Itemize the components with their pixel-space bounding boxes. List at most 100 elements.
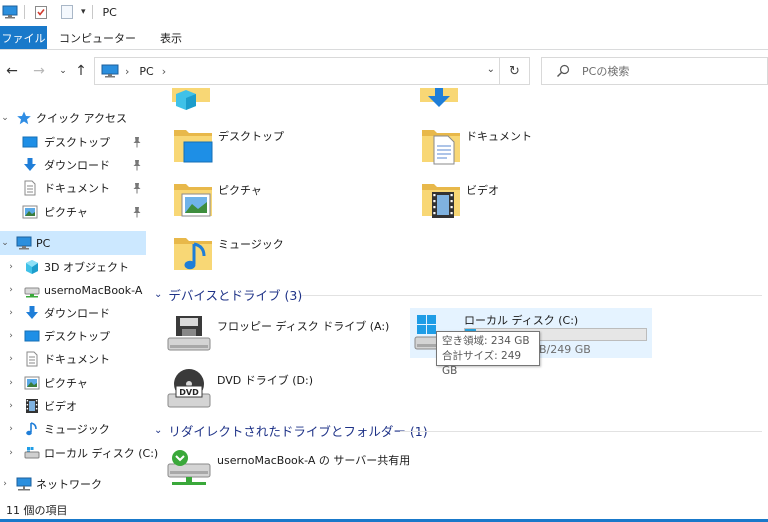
folder-desktop[interactable]: デスクトップ (172, 122, 352, 168)
expand-chevron-icon[interactable]: › (6, 401, 16, 411)
network-share-icon (167, 450, 211, 485)
cube-3d-icon (26, 260, 38, 274)
drive-size-text: B/249 GB (539, 343, 591, 356)
collapse-chevron-icon[interactable]: ⌄ (0, 113, 10, 123)
folder-label: ミュージック (218, 238, 284, 251)
up-arrow-icon[interactable]: ↑ (72, 61, 90, 81)
sidebar-item-desktop[interactable]: デスクトップ (0, 130, 146, 154)
desktop-folder-icon (174, 130, 213, 163)
folder-documents[interactable]: ドキュメント (420, 122, 600, 168)
new-folder-icon[interactable] (59, 4, 75, 20)
expand-chevron-icon[interactable]: › (0, 479, 10, 489)
properties-icon[interactable] (33, 4, 49, 20)
sidebar-item-pc-videos[interactable]: › ビデオ (0, 394, 146, 418)
breadcrumb-chevron-icon[interactable]: › (162, 65, 166, 78)
sidebar-label: ネットワーク (36, 478, 102, 491)
search-input[interactable]: PCの検索 (582, 63, 629, 79)
folder-music[interactable]: ミュージック (172, 230, 352, 276)
tab-view[interactable]: 表示 (148, 26, 194, 49)
film-icon (26, 399, 38, 413)
floppy-drive-icon (167, 316, 211, 351)
pin-icon[interactable] (132, 159, 142, 171)
computer-icon (16, 236, 32, 250)
sidebar-item-pc-downloads[interactable]: › ダウンロード (0, 301, 146, 325)
refresh-button[interactable]: ↻ (499, 58, 529, 84)
folder-label: ビデオ (466, 184, 499, 197)
drive-dvd[interactable]: DVD DVD ドライブ (D:) (166, 364, 396, 410)
address-dropdown-chevron-icon[interactable]: ⌄ (487, 64, 495, 75)
group-header-label: デバイスとドライブ (3) (168, 288, 303, 303)
forward-arrow-icon[interactable]: → (30, 61, 48, 81)
address-bar[interactable]: › PC › ⌄ ↻ (94, 57, 530, 85)
sidebar-item-network[interactable]: › ネットワーク (0, 472, 146, 496)
group-divider (400, 431, 762, 432)
expand-chevron-icon[interactable]: › (6, 285, 16, 295)
sidebar-item-documents[interactable]: ドキュメント (0, 176, 146, 200)
sidebar-item-local-disk[interactable]: › ローカル ディスク (C:) (0, 441, 158, 465)
expand-chevron-icon[interactable]: › (6, 331, 16, 341)
dvd-badge-text: DVD (179, 388, 199, 397)
group-header-redirected[interactable]: ⌄ リダイレクトされたドライブとフォルダー (1) (154, 421, 428, 440)
expand-chevron-icon[interactable]: › (6, 262, 16, 272)
sidebar-item-pc-music[interactable]: › ミュージック (0, 417, 146, 441)
collapse-chevron-icon[interactable]: ⌄ (154, 289, 162, 300)
group-header-label: リダイレクトされたドライブとフォルダー (1) (168, 424, 428, 439)
expand-chevron-icon[interactable]: › (6, 378, 16, 388)
pin-icon[interactable] (132, 206, 142, 218)
network-share-item[interactable]: usernoMacBook-A の サーバー共有用 (166, 444, 466, 490)
breadcrumb-pc[interactable]: PC (139, 65, 153, 78)
sidebar-item-network-share[interactable]: › usernoMacBook-A (0, 278, 146, 302)
pin-icon[interactable] (132, 136, 142, 148)
pin-icon[interactable] (132, 182, 142, 194)
network-share-label: usernoMacBook-A の サーバー共有用 (217, 454, 411, 467)
back-arrow-icon[interactable]: ← (3, 61, 21, 81)
refresh-icon: ↻ (509, 63, 520, 79)
status-item-count: 11 個の項目 (6, 504, 68, 517)
sidebar-item-pc-pictures[interactable]: › ピクチャ (0, 371, 146, 395)
tab-file[interactable]: ファイル (0, 26, 47, 49)
sidebar-quick-access[interactable]: ⌄ クイック アクセス (0, 106, 146, 130)
expand-chevron-icon[interactable]: › (6, 308, 16, 318)
downloads-folder-icon[interactable] (420, 88, 458, 110)
pictures-icon (24, 376, 40, 390)
collapse-chevron-icon[interactable]: ⌄ (154, 425, 162, 436)
cube-3d-folder-icon[interactable] (172, 88, 210, 110)
expand-chevron-icon[interactable]: › (6, 354, 16, 364)
sidebar-item-pictures[interactable]: ピクチャ (0, 200, 146, 224)
sidebar-label: usernoMacBook-A (44, 283, 143, 297)
drive-label: DVD ドライブ (D:) (217, 374, 314, 387)
file-list: デスクトップ ドキュメント ピクチャ ビデオ ミュージック ⌄ デバイスとドライ… (150, 88, 768, 496)
expand-chevron-icon[interactable]: › (6, 448, 16, 458)
drive-label: フロッピー ディスク ドライブ (A:) (217, 320, 390, 333)
computer-icon (2, 5, 18, 19)
desktop-icon (24, 330, 40, 342)
sidebar-item-3d-objects[interactable]: › 3D オブジェクト (0, 255, 146, 279)
group-header-devices[interactable]: ⌄ デバイスとドライブ (3) (154, 285, 302, 304)
folder-pictures[interactable]: ピクチャ (172, 176, 352, 222)
tab-computer[interactable]: コンピューター (47, 26, 148, 49)
collapse-chevron-icon[interactable]: ⌄ (0, 238, 10, 248)
folder-label: デスクトップ (218, 130, 284, 143)
drive-floppy[interactable]: フロッピー ディスク ドライブ (A:) (166, 310, 396, 356)
separator (91, 5, 93, 19)
breadcrumb-chevron-icon[interactable]: › (125, 65, 129, 78)
sidebar-item-pc[interactable]: ⌄ PC (0, 231, 146, 255)
sidebar-item-downloads[interactable]: ダウンロード (0, 153, 146, 177)
document-icon (26, 351, 38, 367)
customize-toolbar-icon[interactable]: ▾ (81, 7, 86, 17)
search-box[interactable]: PCの検索 (541, 57, 768, 85)
sidebar-item-pc-desktop[interactable]: › デスクトップ (0, 324, 146, 348)
sidebar-label: クイック アクセス (36, 112, 127, 125)
navigation-bar: ← → ⌄ ↑ › PC › ⌄ ↻ PCの検索 (0, 54, 768, 88)
folder-videos[interactable]: ビデオ (420, 176, 600, 222)
tooltip-free-space: 空き領域: 234 GB (442, 335, 530, 347)
sidebar-item-pc-documents[interactable]: › ドキュメント (0, 347, 146, 371)
document-icon (24, 180, 36, 196)
expand-chevron-icon[interactable]: › (6, 424, 16, 434)
recent-locations-chevron-icon[interactable]: ⌄ (54, 61, 72, 81)
sidebar-label: ダウンロード (44, 159, 110, 172)
sidebar-label: ドキュメント (44, 182, 110, 195)
star-icon (17, 111, 31, 125)
videos-folder-icon (422, 184, 460, 218)
pictures-icon (22, 205, 38, 219)
